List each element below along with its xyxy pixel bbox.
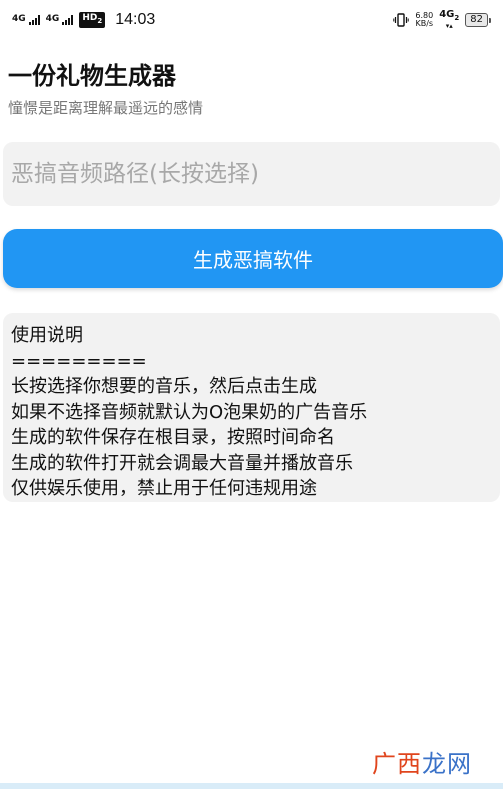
net-type-sub: 2 [454,14,460,22]
sim1-label: 4G [12,14,26,24]
battery-icon: 82 [465,13,491,27]
page-title: 一份礼物生成器 [8,62,176,90]
net-type: 4G [439,9,455,20]
watermark-char: 龙 [422,750,446,778]
clock: 14:03 [115,11,156,28]
instructions-line: 生成的软件打开就会调最大音量并播放音乐 [11,452,353,474]
network-speed: 6.80 KB/s [415,12,433,28]
sim2-label: 4G [45,14,60,24]
instructions-line: 仅供娱乐使用，禁止用于任何违规用途 [11,478,317,499]
instructions-line: ========= [11,350,147,372]
watermark: 广 西 龙 网 [372,744,471,779]
watermark-char: 广 [372,750,396,778]
vibrate-icon [393,13,410,27]
instructions-line: 使用说明 [11,325,83,346]
hd-voice-icon: HD2 [79,12,106,28]
instructions-line: 长按选择你想要的音乐，然后点击生成 [11,376,317,397]
watermark-char: 西 [397,750,421,778]
status-left: 4G 4G HD2 14:03 [12,11,155,29]
hd-sub: 2 [97,16,103,25]
status-right: 6.80 KB/s 4G2 ▾▴ 82 [393,10,491,30]
signal-sim1-icon: 4G [12,15,40,25]
hd-label: HD [82,13,98,24]
signal-sim2-icon: 4G [46,15,74,25]
page-subtitle: 憧憬是距离理解最遥远的感情 [8,99,204,117]
status-bar: 4G 4G HD2 14:03 6.80 KB/s 4G2 ▾▴ 82 [0,0,503,40]
net-speed-unit: KB/s [415,19,434,28]
instructions-line: 生成的软件保存在根目录，按照时间命名 [11,427,335,448]
network-type-icon: 4G2 ▾▴ [439,9,460,30]
audio-path-input[interactable] [3,142,500,206]
generate-button[interactable]: 生成恶搞软件 [3,229,503,288]
watermark-char: 网 [447,750,471,778]
battery-level: 82 [465,13,488,27]
bottom-divider [0,783,503,789]
instructions-panel: 使用说明 ========= 长按选择你想要的音乐，然后点击生成 如果不选择音频… [3,313,500,502]
instructions-line: 如果不选择音频就默认为O泡果奶的广告音乐 [11,401,368,423]
